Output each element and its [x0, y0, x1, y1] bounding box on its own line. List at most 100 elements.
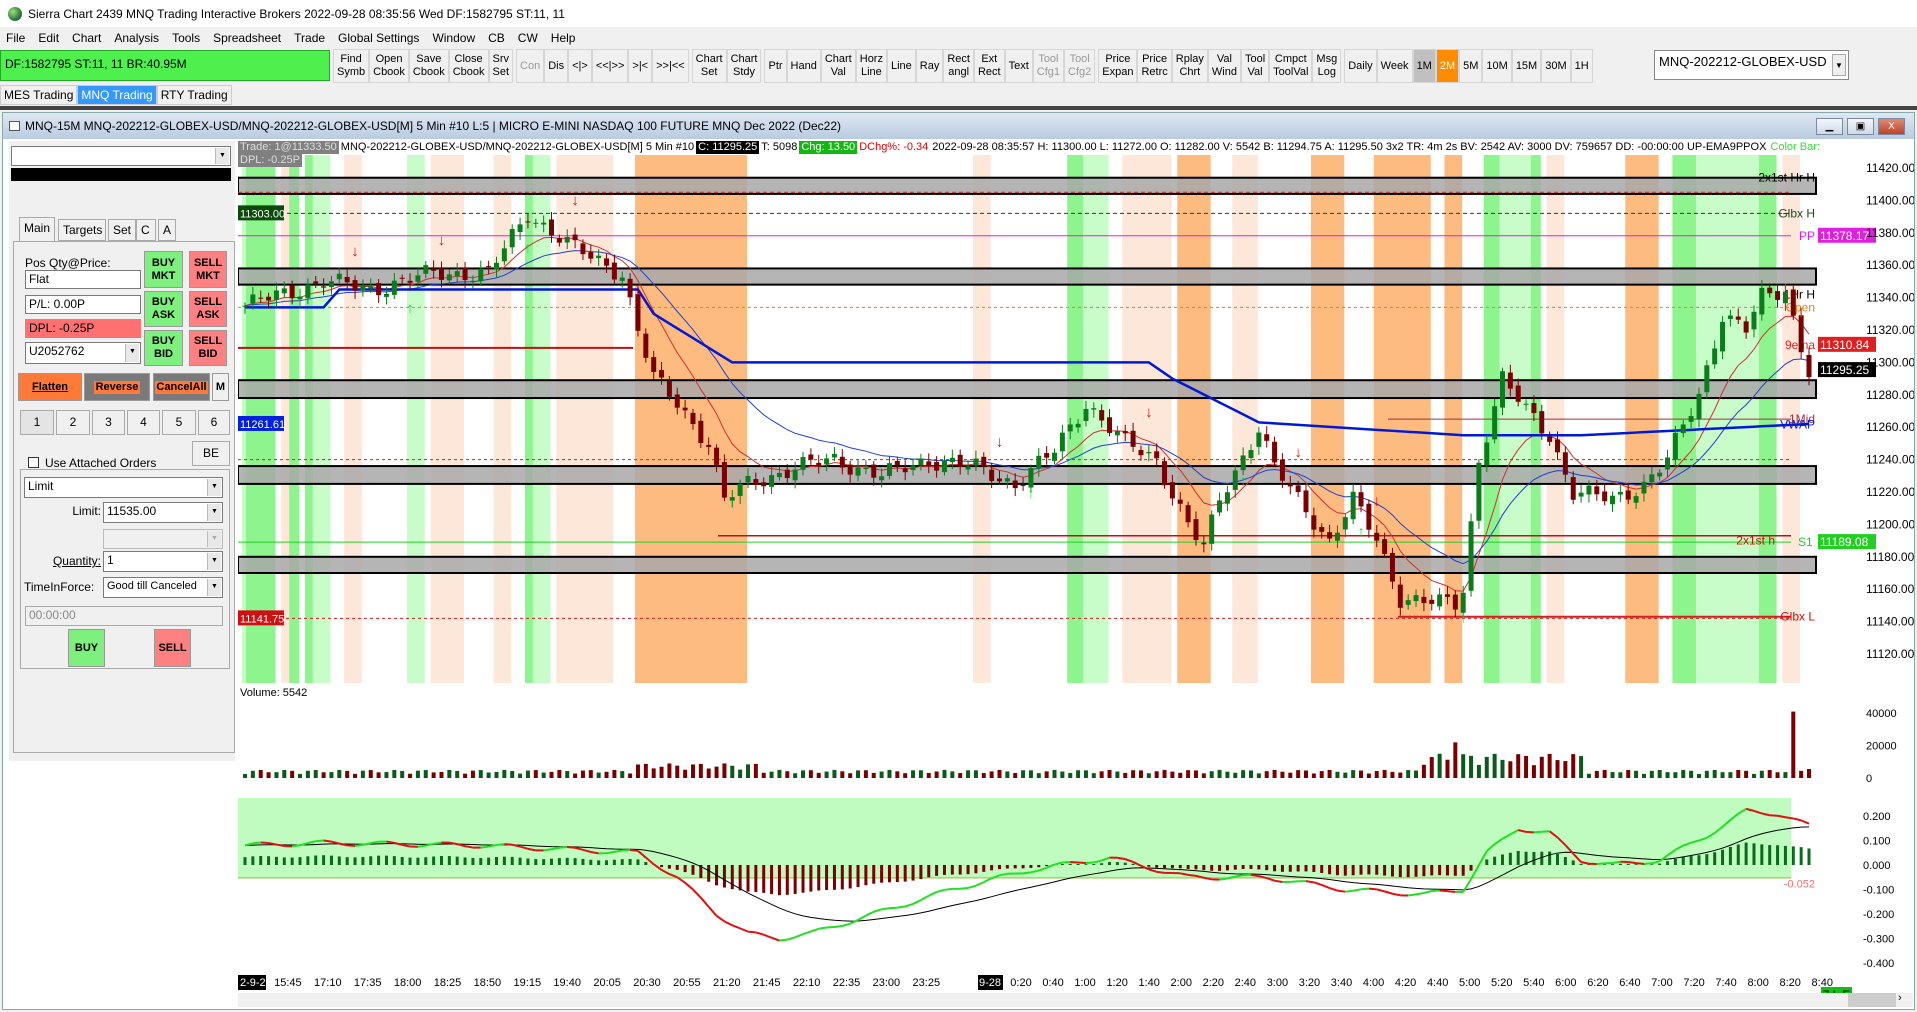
- tab-c[interactable]: C: [136, 219, 156, 241]
- toolbar-button-price-expan[interactable]: Price Expan: [1098, 49, 1138, 83]
- toolbar-button-rplay-chrt[interactable]: Rplay Chrt: [1171, 49, 1208, 83]
- time-input[interactable]: 00:00:00: [25, 606, 223, 626]
- be-button[interactable]: BE: [192, 441, 230, 466]
- toolbar-button-hand[interactable]: Hand: [786, 49, 821, 83]
- toolbar-button-close-cbook[interactable]: Close Cbook: [448, 49, 489, 83]
- menu-help[interactable]: Help: [551, 31, 576, 45]
- limit-price-input[interactable]: 11535.00 ▼: [103, 502, 223, 523]
- menu-trade[interactable]: Trade: [294, 31, 325, 45]
- maximize-button[interactable]: ▣: [1847, 118, 1874, 135]
- sell-arrow-icon: ↓: [1294, 444, 1302, 461]
- toolbar-button-15m[interactable]: 15M: [1511, 49, 1542, 83]
- minimize-button[interactable]: ▁: [1816, 118, 1843, 135]
- reverse-button[interactable]: Reverse: [84, 373, 150, 401]
- menu-analysis[interactable]: Analysis: [114, 31, 159, 45]
- toolbar-button-[interactable]: >>|<<: [652, 49, 689, 83]
- toolbar-button-ray[interactable]: Ray: [915, 49, 944, 83]
- toolbar-button-text[interactable]: Text: [1004, 49, 1033, 83]
- tab-mnq-trading[interactable]: MNQ Trading: [77, 85, 157, 105]
- toolbar-button-tool-cfg2[interactable]: Tool Cfg2: [1064, 49, 1096, 83]
- m-button[interactable]: M: [212, 373, 229, 401]
- flatten-button[interactable]: Flatten: [18, 373, 82, 401]
- toolbar-button-10m[interactable]: 10M: [1482, 49, 1512, 83]
- buy-bid-button[interactable]: BUY BID: [144, 330, 183, 366]
- toolbar-button-horz-line[interactable]: Horz Line: [855, 49, 887, 83]
- toolbar-button-save-cbook[interactable]: Save Cbook: [408, 49, 449, 83]
- toolbar-button-2m[interactable]: 2M: [1435, 49, 1460, 83]
- toolbar-button-1m[interactable]: 1M: [1412, 49, 1436, 83]
- buy-ask-button[interactable]: BUY ASK: [144, 291, 183, 327]
- tab-main[interactable]: Main: [19, 217, 55, 241]
- buy-market-button[interactable]: BUY MKT: [144, 251, 183, 288]
- toolbar-button-1h[interactable]: 1H: [1570, 49, 1593, 83]
- sell-bid-button[interactable]: SELL BID: [189, 330, 227, 366]
- toolbar-button-chart-stdy[interactable]: Chart Stdy: [726, 49, 762, 83]
- toolbar-button-cmpct-toolval[interactable]: Cmpct ToolVal: [1269, 49, 1313, 83]
- tab-set[interactable]: Set: [108, 219, 136, 241]
- menu-spreadsheet[interactable]: Spreadsheet: [213, 31, 281, 45]
- qty-button-3[interactable]: 3: [92, 410, 125, 435]
- tab-mes-trading[interactable]: MES Trading: [0, 85, 78, 105]
- toolbar-button-5m[interactable]: 5M: [1459, 49, 1483, 83]
- toolbar-button-con[interactable]: Con: [516, 49, 545, 83]
- sell-market-button[interactable]: SELL MKT: [189, 251, 227, 288]
- toolbar-button-rect-angl[interactable]: Rect angl: [943, 49, 974, 83]
- close-button[interactable]: X: [1878, 118, 1905, 135]
- chart-area[interactable]: 2x1st Hr HGlbx HPP1Hr HOpen9ema1MidVWAP2…: [238, 141, 1914, 1009]
- tif-select[interactable]: Good till Canceled ▼: [103, 577, 223, 598]
- toolbar-button-open-cbook[interactable]: Open Cbook: [369, 49, 409, 83]
- tab-targets[interactable]: Targets: [58, 219, 106, 241]
- toolbar-button-daily[interactable]: Daily: [1344, 49, 1377, 83]
- menu-file[interactable]: File: [6, 31, 25, 45]
- symbol-select[interactable]: MNQ-202212-GLOBEX-USD ▼: [1654, 50, 1849, 80]
- menu-global-settings[interactable]: Global Settings: [338, 31, 419, 45]
- toolbar-button-find-symb[interactable]: Find Symb: [333, 49, 370, 83]
- menu-tools[interactable]: Tools: [172, 31, 200, 45]
- toolbar-button-line[interactable]: Line: [886, 49, 916, 83]
- menu-chart[interactable]: Chart: [72, 31, 101, 45]
- tab-a[interactable]: A: [158, 219, 176, 241]
- toolbar-button-val-wind[interactable]: Val Wind: [1207, 49, 1241, 83]
- menu-edit[interactable]: Edit: [38, 31, 59, 45]
- toolbar-button-srv-set[interactable]: Srv Set: [488, 49, 514, 83]
- toolbar-button-price-retrc[interactable]: Price Retrc: [1137, 49, 1172, 83]
- macd-line-segment: [889, 906, 898, 910]
- account-select[interactable]: U2052762 ▼: [25, 342, 141, 364]
- buy-button[interactable]: BUY: [68, 629, 105, 667]
- quantity-input[interactable]: 1 ▼: [103, 551, 223, 572]
- toolbar-button-chart-val[interactable]: Chart Val: [820, 49, 856, 83]
- toolbar-button-chart-set[interactable]: Chart Set: [691, 49, 727, 83]
- qty-button-4[interactable]: 4: [127, 410, 160, 435]
- tab-rty-trading[interactable]: RTY Trading: [156, 85, 232, 105]
- toolbar-button-[interactable]: <<|>>: [591, 49, 629, 83]
- toolbar-button-msg-log[interactable]: Msg Log: [1312, 49, 1342, 83]
- toolbar-button-tool-val[interactable]: Tool Val: [1240, 49, 1270, 83]
- toolbar-button-[interactable]: <|>: [568, 49, 592, 83]
- scroll-right-icon[interactable]: ›: [1898, 992, 1902, 1004]
- order-type-select[interactable]: Limit ▼: [24, 477, 223, 498]
- chevron-down-icon[interactable]: ▼: [1832, 54, 1846, 76]
- qty-button-2[interactable]: 2: [56, 410, 90, 435]
- trade-dropdown[interactable]: ▼: [11, 146, 231, 166]
- menu-cw[interactable]: CW: [518, 31, 538, 45]
- toolbar-button-[interactable]: >|<: [628, 49, 653, 83]
- scrollbar-thumb[interactable]: [1848, 993, 1896, 1007]
- attached-orders-checkbox[interactable]: [28, 457, 39, 468]
- macd-histogram-bar: [1626, 863, 1630, 865]
- qty-button-5[interactable]: 5: [162, 410, 196, 435]
- toolbar-button-week[interactable]: Week: [1376, 49, 1413, 83]
- toolbar-button-dis[interactable]: Dis: [544, 49, 569, 83]
- menu-window[interactable]: Window: [432, 31, 475, 45]
- toolbar-button-tool-cfg1[interactable]: Tool Cfg1: [1032, 49, 1065, 83]
- sell-ask-button[interactable]: SELL ASK: [189, 291, 227, 327]
- horizontal-scrollbar[interactable]: ›: [238, 992, 1913, 1007]
- macd-histogram-bar: [1430, 865, 1434, 876]
- menu-cb[interactable]: CB: [488, 31, 505, 45]
- qty-button-1[interactable]: 1: [20, 410, 54, 435]
- cancel-all-button[interactable]: CancelAll: [153, 373, 210, 401]
- toolbar-button-ext-rect[interactable]: Ext Rect: [973, 49, 1005, 83]
- sell-button[interactable]: SELL: [154, 629, 191, 667]
- qty-button-6[interactable]: 6: [198, 410, 230, 435]
- toolbar-button-30m[interactable]: 30M: [1541, 49, 1571, 83]
- toolbar-button-ptr[interactable]: Ptr: [764, 49, 787, 83]
